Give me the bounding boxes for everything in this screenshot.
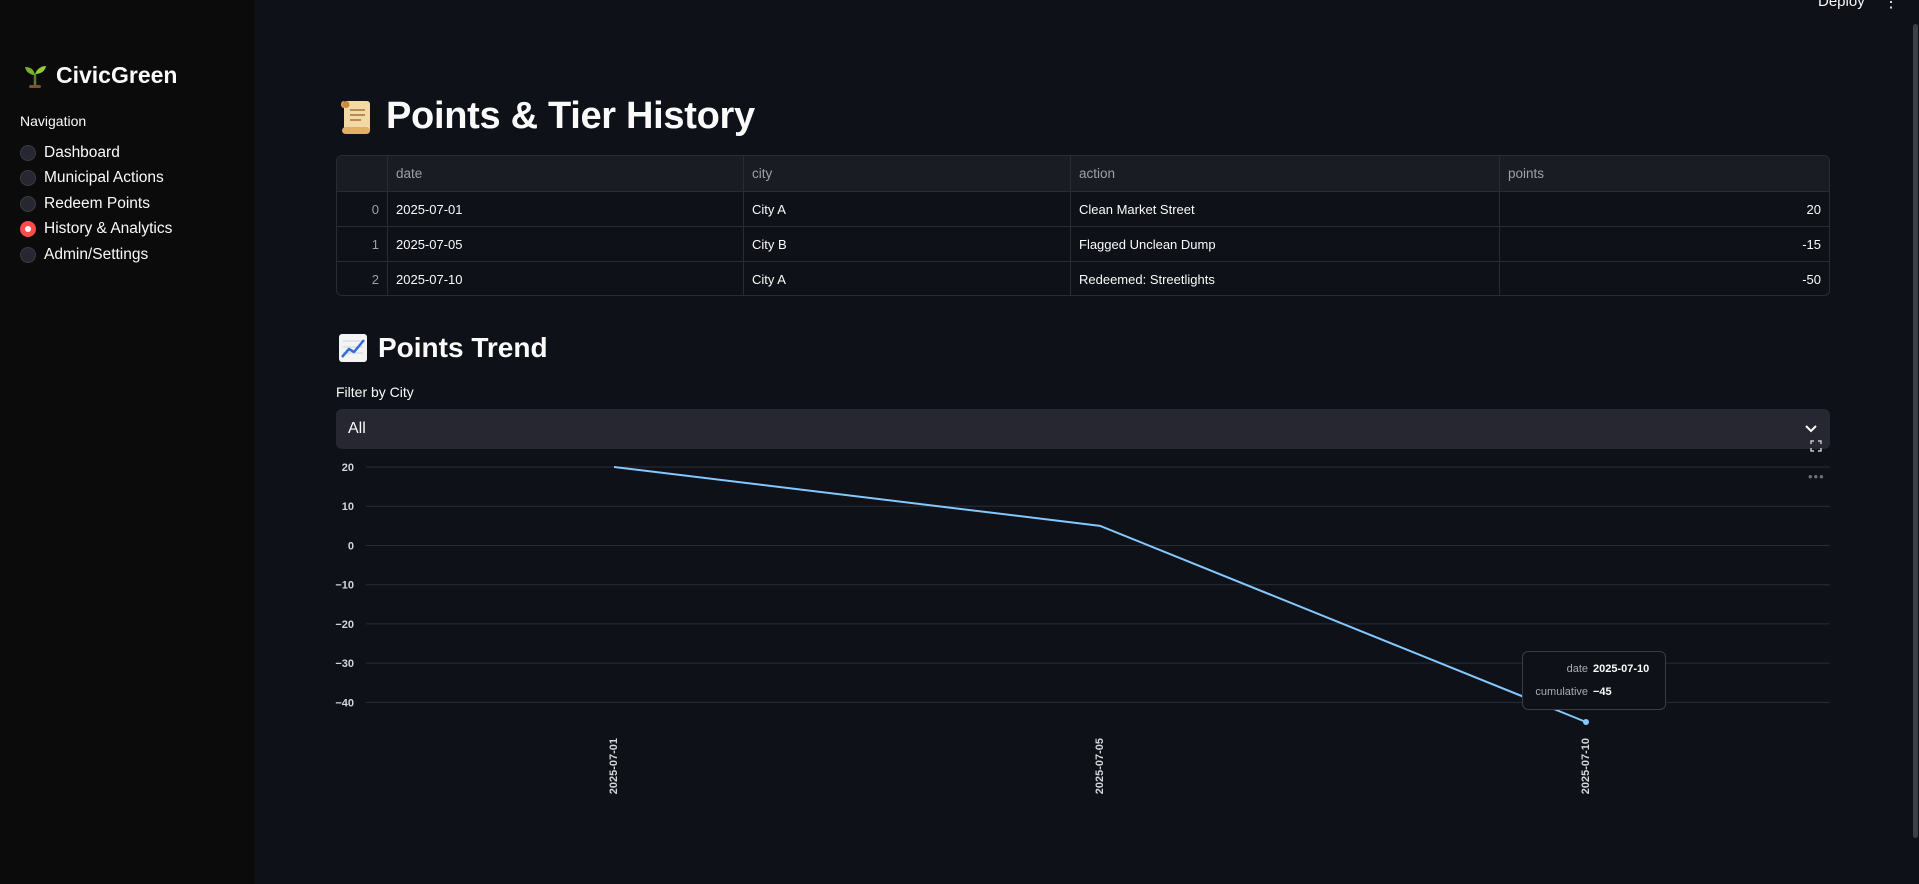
x-tick-label: 2025-07-05 bbox=[1094, 738, 1106, 794]
points-trend-chart[interactable]: 20 10 0 −10 −20 −30 −40 2025-07-01 2025-07-05 202… bbox=[330, 458, 1830, 803]
nav-item-dashboard[interactable]: Dashboard bbox=[20, 140, 172, 166]
y-tick-label: 10 bbox=[342, 501, 354, 513]
history-table[interactable]: date city action points 0 2025-07-01 Cit… bbox=[336, 155, 1830, 296]
column-header-points[interactable]: points bbox=[1500, 156, 1829, 191]
table-cell-action[interactable]: Flagged Unclean Dump bbox=[1071, 227, 1500, 261]
fullscreen-icon[interactable] bbox=[1808, 438, 1824, 454]
column-header-date[interactable]: date bbox=[388, 156, 744, 191]
nav-item-municipal-actions[interactable]: Municipal Actions bbox=[20, 166, 172, 192]
page-title-text: Points & Tier History bbox=[386, 95, 755, 137]
tooltip-date-key: date bbox=[1566, 663, 1588, 675]
table-cell-index[interactable]: 1 bbox=[337, 227, 388, 261]
table-cell-city[interactable]: City A bbox=[744, 262, 1071, 295]
y-tick-label: −30 bbox=[335, 658, 354, 670]
y-tick-label: −20 bbox=[335, 619, 354, 631]
radio-history-analytics[interactable] bbox=[20, 221, 36, 238]
table-cell-date[interactable]: 2025-07-01 bbox=[388, 192, 744, 226]
navigation-radio-group: Dashboard Municipal Actions Redeem Point… bbox=[20, 140, 172, 268]
series-line bbox=[613, 466, 1587, 723]
column-header-action[interactable]: action bbox=[1071, 156, 1500, 191]
navigation-label: Navigation bbox=[20, 113, 87, 129]
table-cell-points[interactable]: -15 bbox=[1500, 227, 1829, 261]
table-cell-action[interactable]: Redeemed: Streetlights bbox=[1071, 262, 1500, 295]
nav-label-redeem-points: Redeem Points bbox=[44, 194, 150, 212]
tooltip-date-value: 2025-07-10 bbox=[1593, 663, 1650, 675]
deploy-button[interactable]: Deploy bbox=[1818, 0, 1865, 10]
y-tick-label: −10 bbox=[335, 580, 354, 592]
table-cell-index[interactable]: 2 bbox=[337, 262, 388, 295]
x-tick-label: 2025-07-10 bbox=[1580, 738, 1592, 794]
chart-tooltip: date 2025-07-10 cumulative −45 bbox=[1522, 651, 1666, 710]
sidebar: CivicGreen Navigation Dashboard Municipa… bbox=[0, 0, 254, 884]
nav-item-history-analytics[interactable]: History & Analytics bbox=[20, 217, 172, 243]
brand-name: CivicGreen bbox=[56, 62, 178, 88]
table-cell-date[interactable]: 2025-07-05 bbox=[388, 227, 744, 261]
radio-municipal-actions[interactable] bbox=[20, 170, 36, 187]
nav-label-admin-settings: Admin/Settings bbox=[44, 245, 149, 263]
nav-label-municipal-actions: Municipal Actions bbox=[44, 169, 164, 187]
y-tick-label: 20 bbox=[342, 462, 354, 474]
x-tick-label: 2025-07-01 bbox=[608, 738, 620, 794]
tooltip-cumulative-key: cumulative bbox=[1535, 686, 1588, 698]
section-title-points-trend: Points Trend bbox=[338, 332, 548, 364]
city-filter-select[interactable]: All bbox=[336, 409, 1830, 449]
nav-item-admin-settings[interactable]: Admin/Settings bbox=[20, 242, 172, 268]
table-cell-index[interactable]: 0 bbox=[337, 192, 388, 226]
city-filter-value: All bbox=[348, 420, 366, 437]
y-tick-label: 0 bbox=[348, 540, 354, 552]
brand: CivicGreen bbox=[22, 62, 177, 89]
table-row: 1 2025-07-05 City B Flagged Unclean Dump… bbox=[337, 227, 1829, 262]
radio-admin-settings[interactable] bbox=[20, 246, 36, 263]
tooltip-cumulative-value: −45 bbox=[1593, 686, 1612, 698]
scrollbar[interactable] bbox=[1913, 24, 1918, 838]
nav-label-dashboard: Dashboard bbox=[44, 143, 120, 161]
table-cell-points[interactable]: -50 bbox=[1500, 262, 1829, 295]
column-header-index[interactable] bbox=[337, 156, 388, 191]
y-tick-label: −40 bbox=[335, 697, 354, 709]
table-header-row: date city action points bbox=[337, 156, 1829, 192]
data-point bbox=[1583, 719, 1589, 725]
section-title-text: Points Trend bbox=[378, 332, 548, 363]
seedling-icon bbox=[25, 65, 46, 88]
chart-increasing-icon bbox=[339, 334, 367, 362]
table-cell-date[interactable]: 2025-07-10 bbox=[388, 262, 744, 295]
filter-city-label: Filter by City bbox=[336, 384, 414, 400]
table-cell-points[interactable]: 20 bbox=[1500, 192, 1829, 226]
nav-label-history-analytics: History & Analytics bbox=[44, 220, 173, 238]
table-row: 0 2025-07-01 City A Clean Market Street … bbox=[337, 192, 1829, 227]
main-menu-icon[interactable]: ⋮ bbox=[1883, 0, 1899, 12]
nav-item-redeem-points[interactable]: Redeem Points bbox=[20, 191, 172, 217]
table-cell-city[interactable]: City A bbox=[744, 192, 1071, 226]
scroll-icon bbox=[341, 100, 370, 134]
page-title: Points & Tier History bbox=[338, 95, 755, 138]
radio-redeem-points[interactable] bbox=[20, 195, 36, 212]
chevron-down-icon bbox=[1805, 425, 1817, 433]
table-row: 2 2025-07-10 City A Redeemed: Streetligh… bbox=[337, 262, 1829, 295]
column-header-city[interactable]: city bbox=[744, 156, 1071, 191]
radio-dashboard[interactable] bbox=[20, 144, 36, 161]
table-cell-action[interactable]: Clean Market Street bbox=[1071, 192, 1500, 226]
table-cell-city[interactable]: City B bbox=[744, 227, 1071, 261]
